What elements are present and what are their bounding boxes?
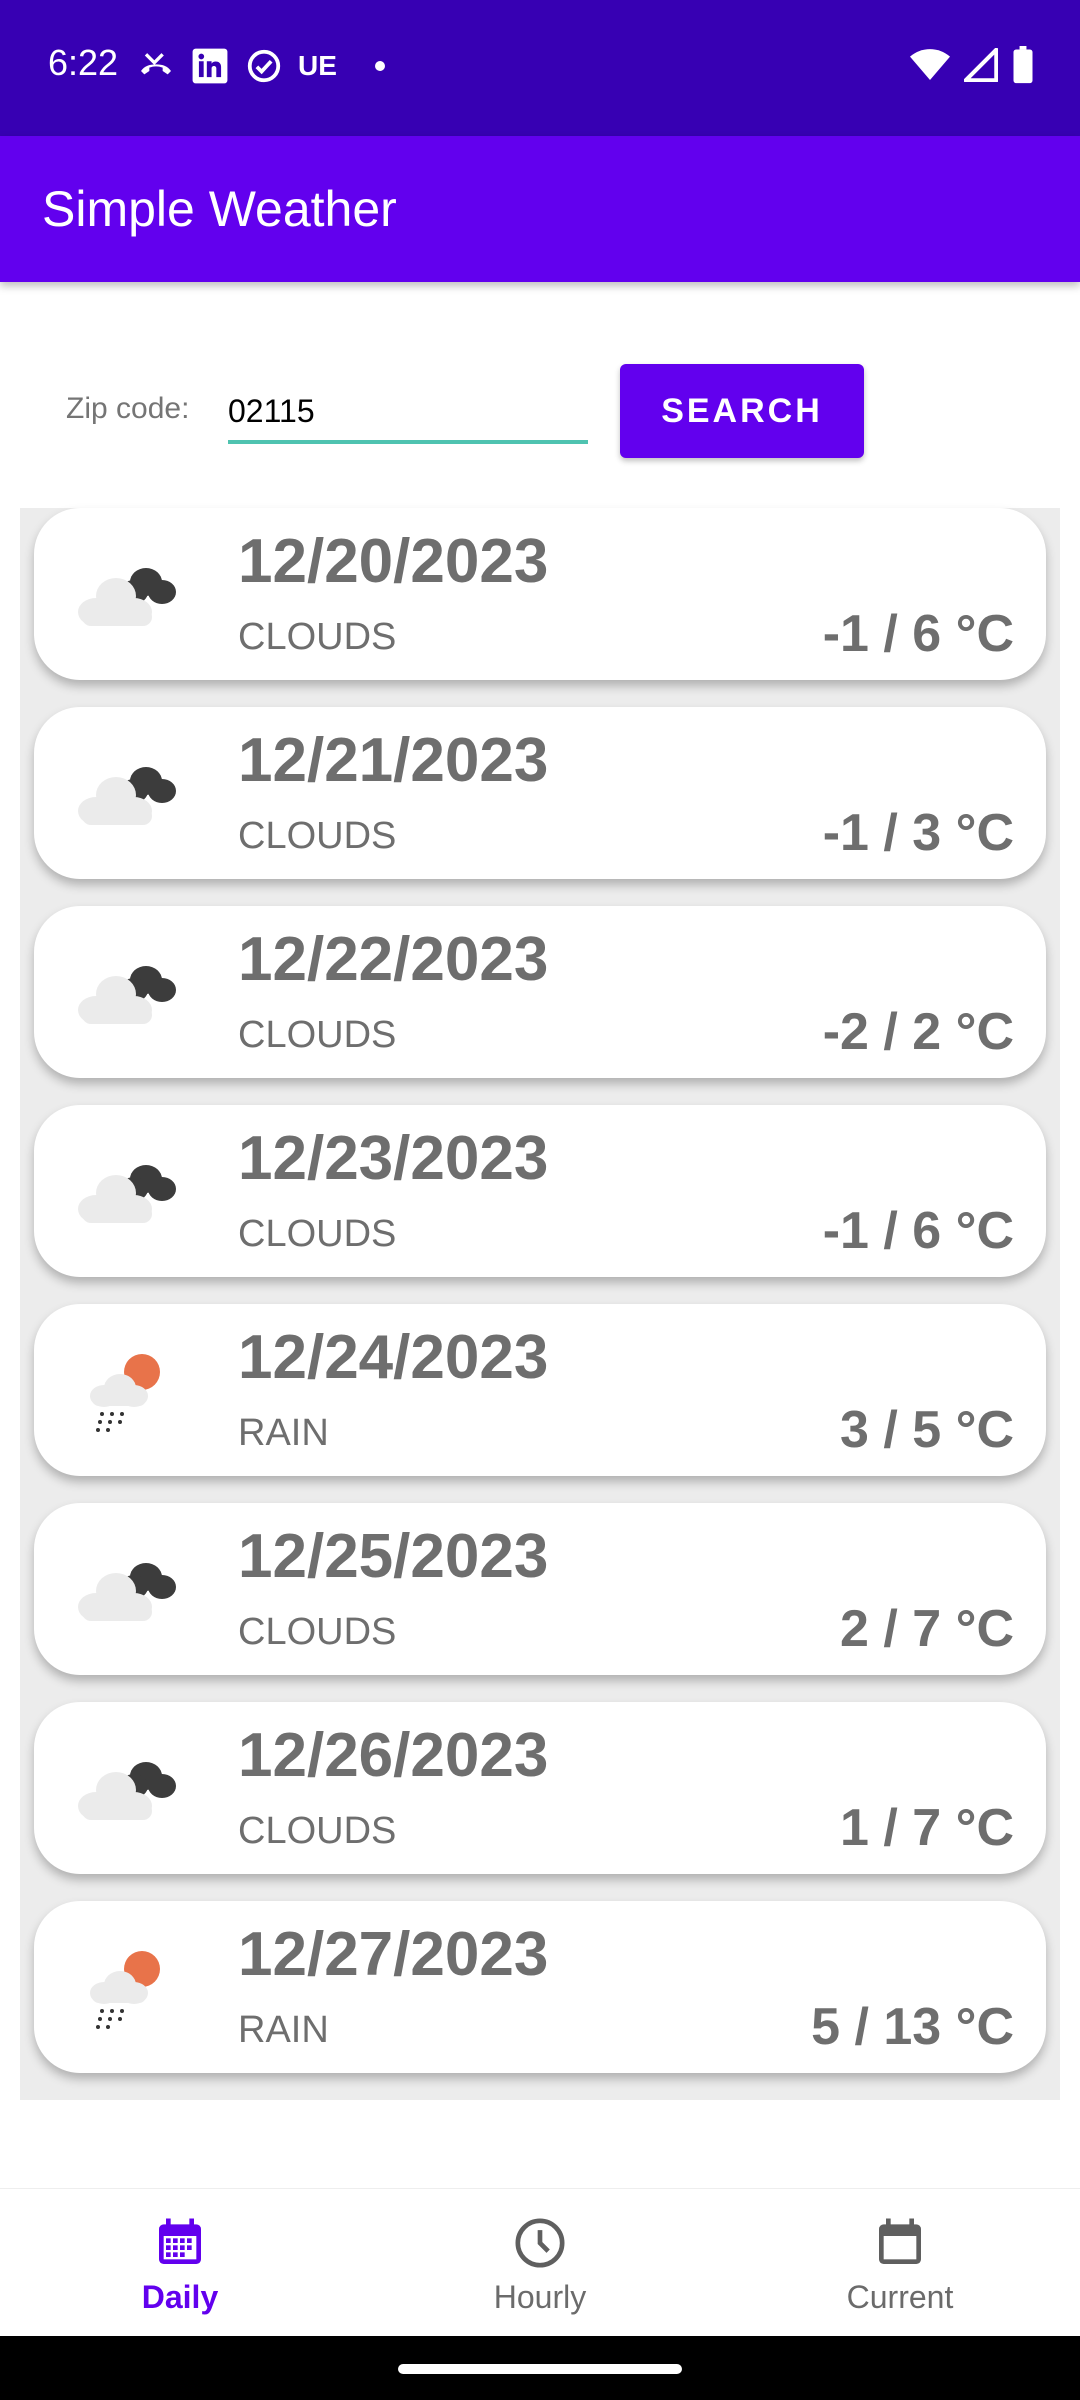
forecast-card[interactable]: 12/24/2023 RAIN 3 / 5 °C	[34, 1304, 1046, 1476]
clouds-icon	[72, 1543, 182, 1633]
clouds-icon	[72, 1742, 182, 1832]
forecast-temperature: 3 / 5 °C	[840, 1401, 1014, 1459]
signal-icon	[963, 47, 999, 87]
forecast-condition: RAIN	[238, 2009, 329, 2051]
battery-icon	[1012, 46, 1034, 89]
forecast-date: 12/25/2023	[238, 1522, 549, 1591]
forecast-condition: CLOUDS	[238, 815, 397, 857]
forecast-card[interactable]: 12/27/2023 RAIN 5 / 13 °C	[34, 1901, 1046, 2073]
forecast-row: 12/26/2023 CLOUDS 1 / 7 °C	[20, 1702, 1060, 1901]
forecast-row: 12/25/2023 CLOUDS 2 / 7 °C	[20, 1503, 1060, 1702]
clouds-icon	[72, 747, 182, 837]
forecast-date: 12/26/2023	[238, 1721, 549, 1790]
forecast-condition: CLOUDS	[238, 1611, 397, 1653]
forecast-date: 12/21/2023	[238, 726, 549, 795]
forecast-condition: CLOUDS	[238, 1213, 397, 1255]
wifi-icon	[910, 47, 950, 88]
nav-label: Current	[846, 2279, 954, 2315]
forecast-card[interactable]: 12/25/2023 CLOUDS 2 / 7 °C	[34, 1503, 1046, 1675]
forecast-row: 12/20/2023 CLOUDS -1 / 6 °C	[20, 508, 1060, 707]
status-system-icons	[910, 46, 1034, 89]
home-gesture-handle[interactable]	[398, 2364, 682, 2374]
forecast-row: 12/24/2023 RAIN 3 / 5 °C	[20, 1304, 1060, 1503]
forecast-condition: CLOUDS	[238, 1810, 397, 1852]
clouds-icon	[72, 548, 182, 638]
forecast-date: 12/22/2023	[238, 925, 549, 994]
forecast-date: 12/24/2023	[238, 1323, 549, 1392]
forecast-row: 12/21/2023 CLOUDS -1 / 3 °C	[20, 707, 1060, 906]
clouds-icon	[72, 1145, 182, 1235]
forecast-temperature: 1 / 7 °C	[840, 1799, 1014, 1857]
forecast-card[interactable]: 12/26/2023 CLOUDS 1 / 7 °C	[34, 1702, 1046, 1874]
forecast-temperature: 2 / 7 °C	[840, 1600, 1014, 1658]
app-title: Simple Weather	[42, 181, 397, 237]
status-time: 6:22	[48, 42, 119, 83]
forecast-condition: RAIN	[238, 1412, 329, 1454]
forecast-card[interactable]: 12/23/2023 CLOUDS -1 / 6 °C	[34, 1105, 1046, 1277]
forecast-date: 12/27/2023	[238, 1920, 549, 1989]
forecast-condition: CLOUDS	[238, 616, 397, 658]
status-bar: 6:22 UE	[0, 0, 1080, 136]
status-carrier: UE	[298, 50, 337, 81]
forecast-temperature: -1 / 6 °C	[822, 605, 1014, 663]
forecast-temperature: -1 / 3 °C	[822, 804, 1014, 862]
clouds-icon	[72, 946, 182, 1036]
nav-item-daily[interactable]: Daily	[0, 2189, 360, 2337]
nav-item-hourly[interactable]: Hourly	[360, 2189, 720, 2337]
forecast-row: 12/23/2023 CLOUDS -1 / 6 °C	[20, 1105, 1060, 1304]
forecast-temperature: 5 / 13 °C	[811, 1998, 1014, 2056]
status-notification-icons: UE	[136, 46, 385, 86]
nav-label: Hourly	[493, 2279, 587, 2315]
calendar-icon	[872, 2215, 928, 2271]
gesture-navigation-bar	[0, 2336, 1080, 2400]
nav-item-current[interactable]: Current	[720, 2189, 1080, 2337]
app-bar: Simple Weather	[0, 136, 1080, 282]
zip-code-input[interactable]	[228, 382, 588, 444]
forecast-card[interactable]: 12/20/2023 CLOUDS -1 / 6 °C	[34, 508, 1046, 680]
forecast-condition: CLOUDS	[238, 1014, 397, 1056]
linkedin-icon	[190, 46, 230, 86]
clock-icon	[512, 2215, 568, 2271]
forecast-row: 12/22/2023 CLOUDS -2 / 2 °C	[20, 906, 1060, 1105]
zip-code-label: Zip code:	[66, 392, 190, 425]
forecast-temperature: -1 / 6 °C	[822, 1202, 1014, 1260]
forecast-row: 12/27/2023 RAIN 5 / 13 °C	[20, 1901, 1060, 2100]
rain-icon	[72, 1344, 182, 1434]
nav-label: Daily	[141, 2279, 219, 2315]
bottom-navigation: Daily Hourly Current	[0, 2188, 1080, 2337]
forecast-date: 12/20/2023	[238, 527, 549, 596]
notification-dot-icon	[374, 61, 385, 71]
forecast-temperature: -2 / 2 °C	[822, 1003, 1014, 1061]
forecast-card[interactable]: 12/21/2023 CLOUDS -1 / 3 °C	[34, 707, 1046, 879]
calendar-grid-icon	[152, 2215, 208, 2271]
check-circle-icon	[244, 46, 284, 86]
forecast-date: 12/23/2023	[238, 1124, 549, 1193]
phone-missed-icon	[136, 46, 176, 86]
search-button[interactable]: SEARCH	[620, 364, 864, 458]
forecast-list[interactable]: 12/20/2023 CLOUDS -1 / 6 °C 12/21/2023 CLOUD…	[20, 508, 1060, 2100]
rain-icon	[72, 1941, 182, 2031]
forecast-card[interactable]: 12/22/2023 CLOUDS -2 / 2 °C	[34, 906, 1046, 1078]
